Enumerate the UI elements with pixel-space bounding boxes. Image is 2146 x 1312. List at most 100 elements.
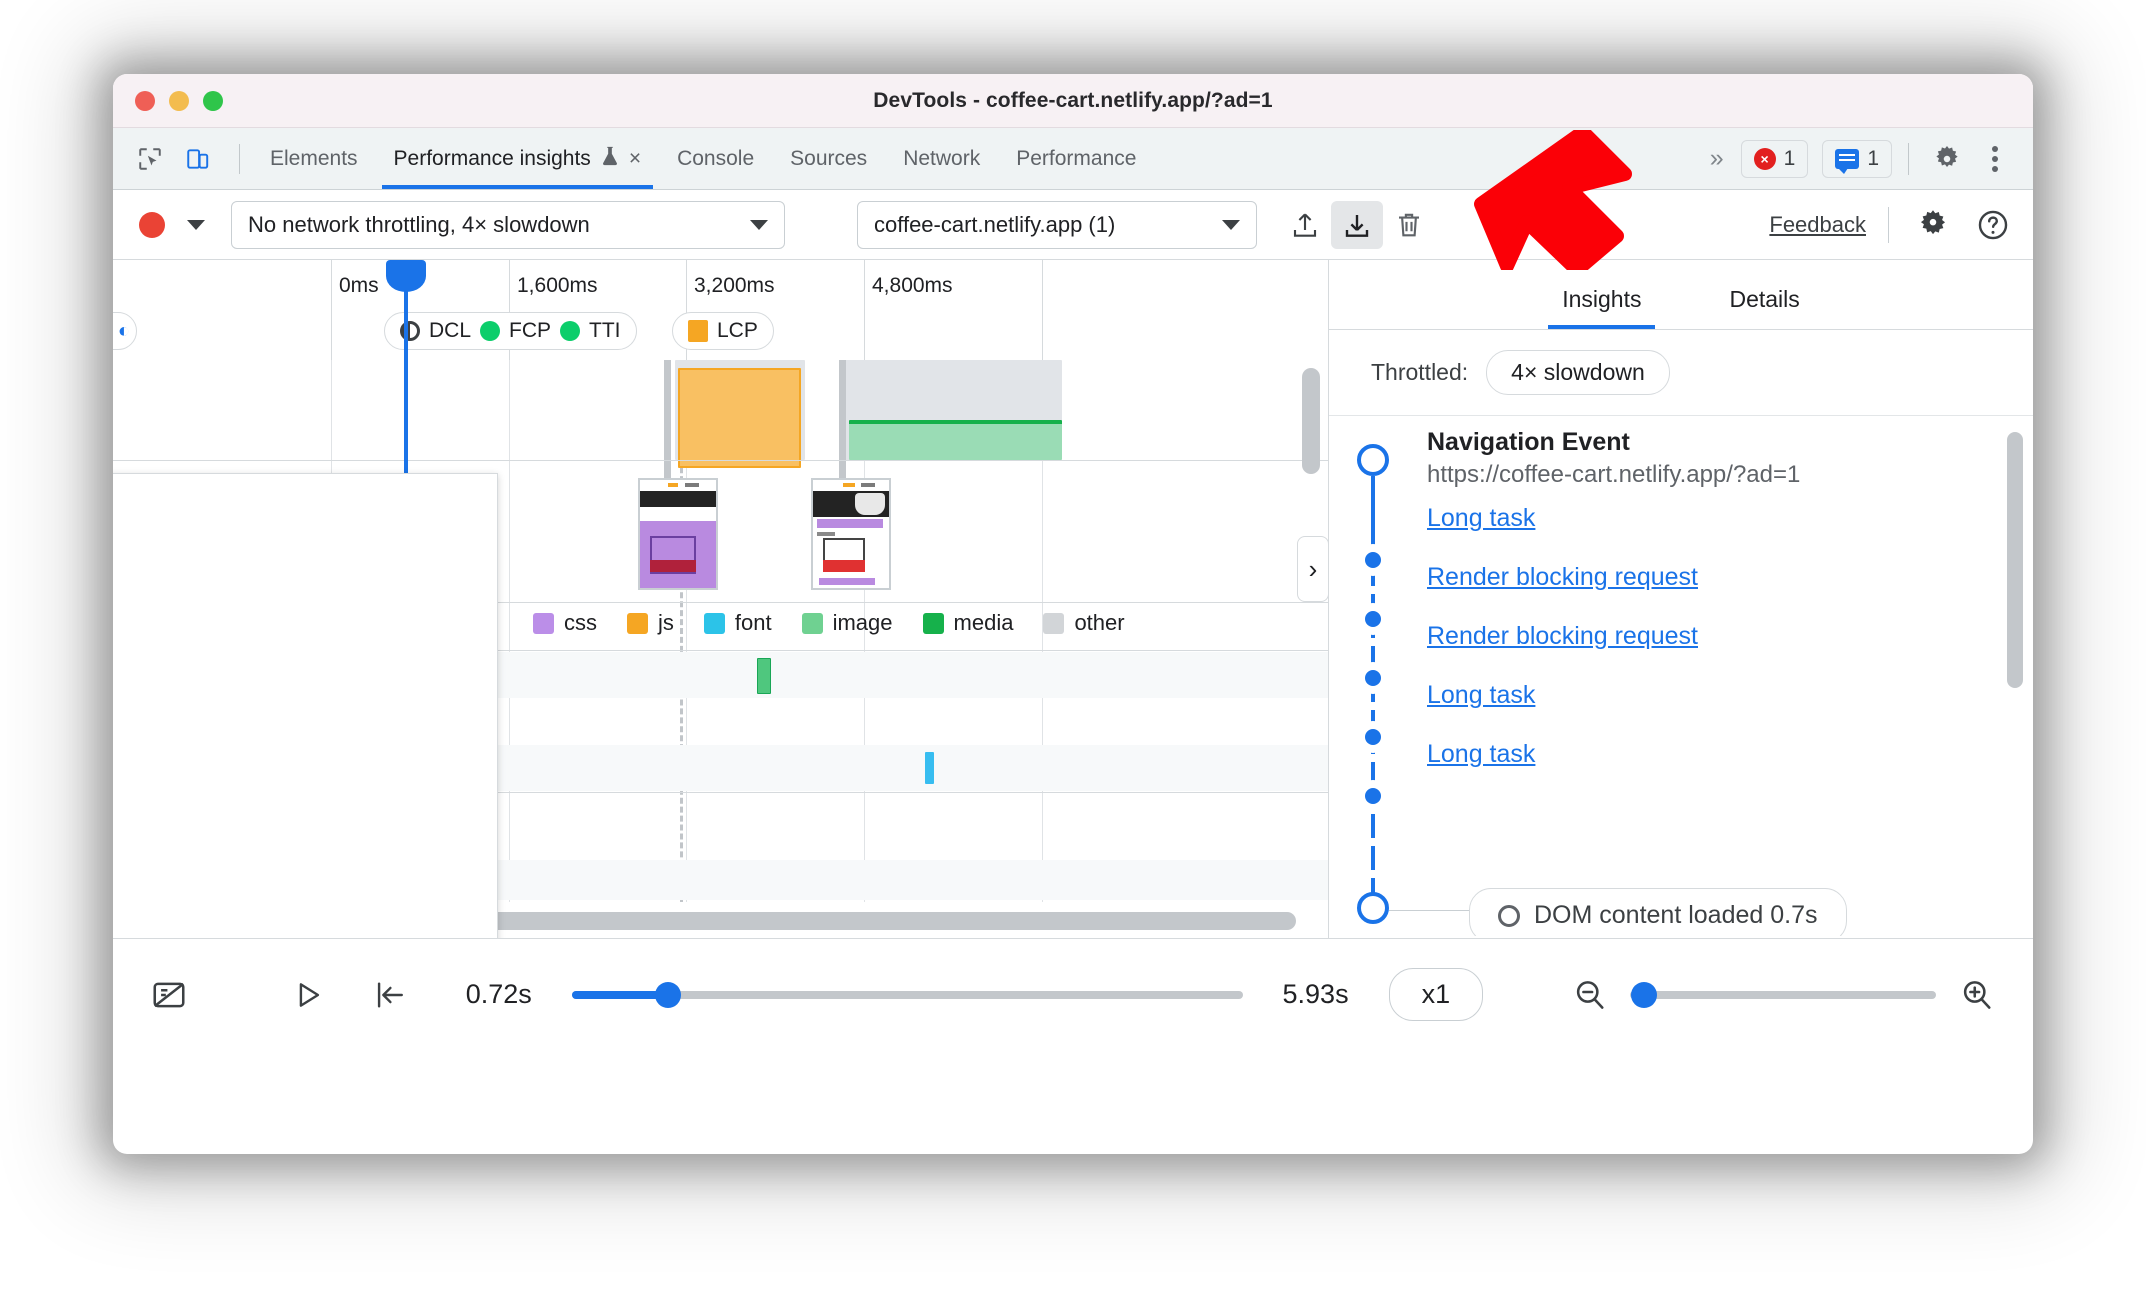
download-profile-button[interactable]: [1331, 200, 1383, 249]
tab-network[interactable]: Network: [885, 128, 998, 189]
insights-list[interactable]: Navigation Event https://coffee-cart.net…: [1329, 416, 2033, 936]
settings-gear-icon[interactable]: [1911, 203, 1955, 247]
tab-console-label: Console: [677, 146, 755, 170]
insight-link-long-task[interactable]: Long task: [1427, 740, 1535, 768]
insight-node[interactable]: [1357, 544, 1389, 576]
filmstrip-thumbnail[interactable]: [811, 478, 891, 590]
feedback-link[interactable]: Feedback: [1769, 212, 1866, 238]
legend-label-font: font: [734, 610, 772, 635]
record-options-chevron-down-icon[interactable]: [187, 219, 205, 230]
upload-profile-button[interactable]: [1279, 201, 1331, 249]
insight-item[interactable]: Long task: [1427, 504, 2003, 533]
timeline-marker-cut[interactable]: ◐: [113, 312, 137, 350]
filmstrip-thumbnail[interactable]: [638, 478, 718, 590]
chevron-down-icon: [750, 219, 768, 230]
throttled-row: Throttled: 4× slowdown: [1329, 330, 2033, 416]
marker-label-tti: TTI: [589, 319, 621, 342]
insights-vertical-scrollbar[interactable]: [2007, 432, 2023, 688]
legend-label-media: media: [953, 610, 1014, 635]
insight-link-render-blocking-request[interactable]: Render blocking request: [1427, 563, 1698, 591]
legend-swatch-media: [922, 612, 944, 634]
network-request-media[interactable]: [849, 420, 1062, 460]
dcl-marker-icon: [400, 321, 420, 341]
dom-content-loaded-node[interactable]: [1357, 892, 1389, 924]
time-range-slider[interactable]: [571, 981, 1243, 1008]
help-icon[interactable]: [1971, 203, 2015, 247]
tab-sources[interactable]: Sources: [772, 128, 885, 189]
network-legend: css js font image media other: [533, 610, 1125, 636]
insight-link-render-blocking-request[interactable]: Render blocking request: [1427, 622, 1698, 650]
insight-node[interactable]: [1357, 780, 1389, 812]
throttling-select[interactable]: No network throttling, 4× slowdown: [231, 200, 785, 249]
timeline-event-block[interactable]: [925, 752, 934, 784]
tab-elements[interactable]: Elements: [252, 128, 376, 189]
sidebar-collapse-handle[interactable]: ›: [1297, 536, 1328, 602]
insight-item[interactable]: Long task: [1427, 681, 2003, 710]
more-tabs-icon[interactable]: »: [1694, 144, 1737, 173]
timeline-event-block[interactable]: [757, 658, 771, 694]
insight-item[interactable]: Render blocking request: [1427, 563, 2003, 592]
zoom-slider-knob[interactable]: [1631, 981, 1658, 1008]
zoom-out-icon[interactable]: [1563, 967, 1616, 1023]
message-counter-button[interactable]: 1: [1822, 139, 1892, 178]
timeline-vertical-scrollbar[interactable]: [1302, 368, 1320, 474]
timeline-marker-group-web-vitals[interactable]: DCL FCP TTI: [384, 312, 637, 350]
throttled-label: Throttled:: [1371, 359, 1469, 385]
performance-toolbar: No network throttling, 4× slowdown coffe…: [113, 190, 2033, 260]
record-button[interactable]: [139, 211, 165, 238]
tab-close-icon[interactable]: ×: [629, 148, 641, 169]
dom-content-loaded-label: DOM content loaded 0.7s: [1534, 901, 1818, 929]
tab-insights[interactable]: Insights: [1518, 286, 1685, 329]
network-request-js[interactable]: [678, 368, 801, 468]
screenshot-root: DevTools - coffee-cart.netlify.app/?ad=1…: [0, 0, 2146, 1312]
zoom-in-icon[interactable]: [1950, 967, 2003, 1023]
legend-swatch-css: [533, 612, 554, 634]
insight-link-long-task[interactable]: Long task: [1427, 681, 1535, 709]
marker-label-lcp: LCP: [717, 319, 758, 342]
inspect-element-icon[interactable]: [129, 138, 171, 180]
insight-node[interactable]: [1357, 662, 1389, 694]
legend-item-js: js: [627, 610, 674, 636]
marker-label-fcp: FCP: [509, 319, 552, 342]
tabbar-divider: [239, 143, 240, 174]
main-split: 0ms 1,600ms 3,200ms 4,800ms ◐ DCL FCP TT…: [113, 260, 2033, 938]
time-range-knob[interactable]: [654, 981, 681, 1008]
legend-label-image: image: [832, 610, 893, 635]
dom-chip-connector: [1389, 910, 1469, 911]
screenshots-off-icon[interactable]: [143, 967, 196, 1023]
play-button[interactable]: [282, 967, 335, 1023]
error-counter-button[interactable]: × 1: [1740, 139, 1809, 178]
insight-node[interactable]: [1357, 603, 1389, 635]
timeline-marker-group-lcp[interactable]: LCP: [672, 312, 774, 350]
ruler-tick: 0ms: [339, 274, 379, 297]
navigation-event-node[interactable]: [1357, 444, 1389, 476]
tab-details[interactable]: Details: [1685, 286, 1843, 329]
legend-swatch-font: [703, 612, 725, 634]
tab-performance[interactable]: Performance: [998, 128, 1154, 189]
tab-performance-insights[interactable]: Performance insights ×: [376, 128, 660, 189]
insight-item[interactable]: Render blocking request: [1427, 622, 2003, 651]
timeline-pane: 0ms 1,600ms 3,200ms 4,800ms ◐ DCL FCP TT…: [113, 260, 1329, 938]
gear-icon[interactable]: [1925, 137, 1969, 181]
insight-link-long-task[interactable]: Long task: [1427, 504, 1535, 532]
session-select[interactable]: coffee-cart.netlify.app (1): [857, 200, 1257, 249]
kebab-menu-icon[interactable]: [1973, 137, 2017, 181]
message-icon: [1835, 148, 1860, 174]
navigation-marker-icon: ◐: [117, 319, 130, 342]
trash-icon[interactable]: [1383, 201, 1435, 249]
playhead-handle[interactable]: [386, 260, 426, 292]
zoom-slider[interactable]: [1630, 981, 1937, 1008]
tab-console[interactable]: Console: [659, 128, 772, 189]
navigation-event-url: https://coffee-cart.netlify.app/?ad=1: [1427, 461, 1801, 488]
device-toolbar-icon[interactable]: [177, 138, 219, 180]
dom-content-loaded-chip[interactable]: DOM content loaded 0.7s: [1469, 888, 1847, 936]
timeline-ruler[interactable]: 0ms 1,600ms 3,200ms 4,800ms ◐ DCL FCP TT…: [113, 260, 1328, 360]
jump-to-start-button[interactable]: [363, 967, 416, 1023]
navigation-event-item[interactable]: Navigation Event https://coffee-cart.net…: [1427, 428, 2003, 489]
insight-item[interactable]: Long task: [1427, 740, 2003, 769]
timeline-tooltip-card: [113, 473, 498, 938]
playback-speed-button[interactable]: x1: [1388, 968, 1484, 1021]
legend-item-media: media: [922, 610, 1014, 636]
marker-label-dcl: DCL: [429, 319, 472, 342]
insight-node[interactable]: [1357, 721, 1389, 753]
